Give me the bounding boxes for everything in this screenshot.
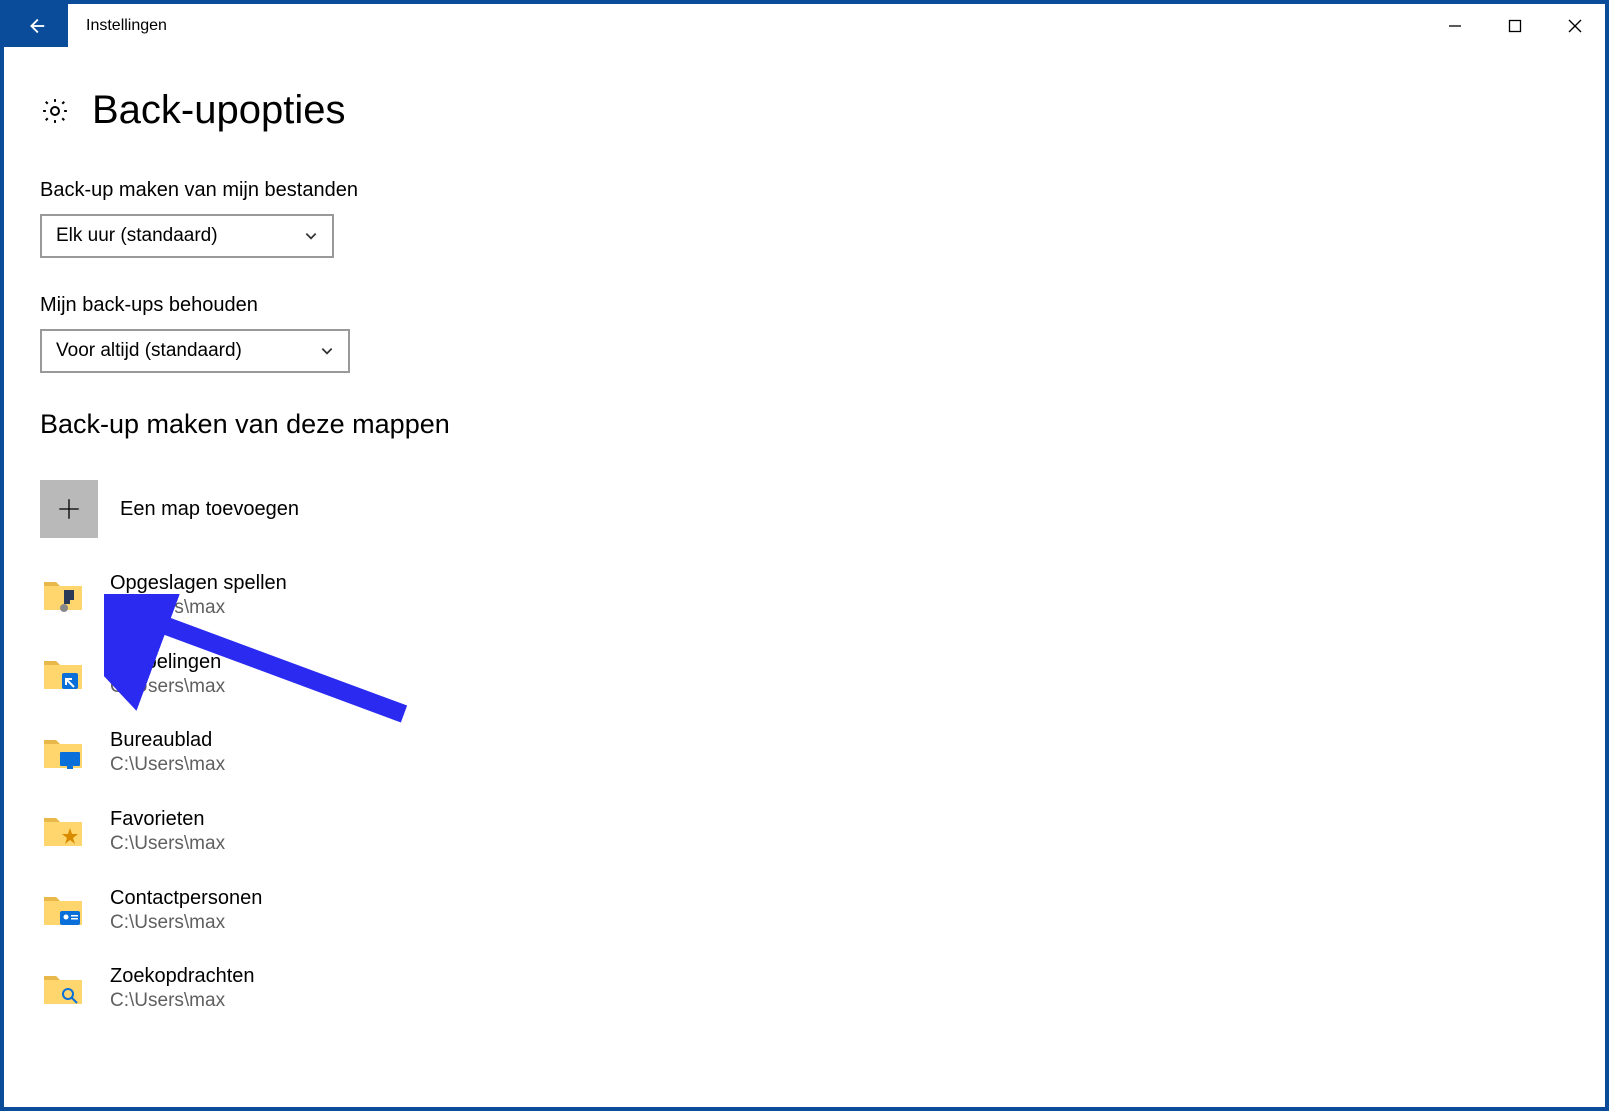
back-arrow-icon: [25, 15, 47, 37]
maximize-icon: [1508, 19, 1522, 33]
folder-list: Opgeslagen spellen C:\Users\max Koppelin…: [40, 570, 1605, 1014]
keep-backups-label: Mijn back-ups behouden: [40, 294, 1605, 317]
folder-texts: Zoekopdrachten C:\Users\max: [110, 963, 255, 1014]
window-title: Instellingen: [68, 4, 1425, 47]
folder-name: Koppelingen: [110, 649, 225, 675]
page-title: Back-upopties: [92, 88, 345, 133]
folder-item[interactable]: Bureaublad C:\Users\max: [40, 727, 1605, 778]
folder-icon: [40, 966, 86, 1012]
folder-path: C:\Users\max: [110, 753, 225, 778]
folder-icon: [40, 808, 86, 854]
folder-icon: [40, 730, 86, 776]
page-header: Back-upopties: [40, 88, 1605, 133]
minimize-icon: [1448, 19, 1462, 33]
folder-item[interactable]: Contactpersonen C:\Users\max: [40, 885, 1605, 936]
folder-item[interactable]: Koppelingen C:\Users\max: [40, 649, 1605, 700]
folder-path: C:\Users\max: [110, 596, 287, 621]
content-area: Back-upopties Back-up maken van mijn bes…: [4, 48, 1605, 1014]
chevron-down-icon: [320, 344, 334, 358]
title-bar: Instellingen: [4, 4, 1605, 48]
folder-texts: Opgeslagen spellen C:\Users\max: [110, 570, 287, 621]
backup-frequency-label: Back-up maken van mijn bestanden: [40, 179, 1605, 202]
folder-item[interactable]: Zoekopdrachten C:\Users\max: [40, 963, 1605, 1014]
folder-name: Favorieten: [110, 806, 225, 832]
keep-backups-dropdown[interactable]: Voor altijd (standaard): [40, 329, 350, 373]
folder-icon: [40, 651, 86, 697]
keep-backups-value: Voor altijd (standaard): [56, 340, 242, 362]
folder-path: C:\Users\max: [110, 989, 255, 1014]
plus-icon: [56, 496, 82, 522]
backup-frequency-dropdown[interactable]: Elk uur (standaard): [40, 214, 334, 258]
gear-icon: [40, 96, 70, 126]
close-button[interactable]: [1545, 4, 1605, 48]
folder-icon: [40, 887, 86, 933]
window-controls: [1425, 4, 1605, 47]
add-folder-icon-box: [40, 480, 98, 538]
folder-texts: Koppelingen C:\Users\max: [110, 649, 225, 700]
folder-path: C:\Users\max: [110, 832, 225, 857]
folder-name: Contactpersonen: [110, 885, 262, 911]
folder-name: Opgeslagen spellen: [110, 570, 287, 596]
folder-icon: [40, 572, 86, 618]
folder-texts: Contactpersonen C:\Users\max: [110, 885, 262, 936]
folder-name: Bureaublad: [110, 727, 225, 753]
folder-name: Zoekopdrachten: [110, 963, 255, 989]
folder-item[interactable]: Favorieten C:\Users\max: [40, 806, 1605, 857]
folder-texts: Bureaublad C:\Users\max: [110, 727, 225, 778]
chevron-down-icon: [304, 229, 318, 243]
close-icon: [1568, 19, 1582, 33]
folder-path: C:\Users\max: [110, 675, 225, 700]
folder-item[interactable]: Opgeslagen spellen C:\Users\max: [40, 570, 1605, 621]
back-button[interactable]: [4, 4, 68, 47]
backup-frequency-value: Elk uur (standaard): [56, 225, 218, 247]
maximize-button[interactable]: [1485, 4, 1545, 48]
folders-heading: Back-up maken van deze mappen: [40, 409, 1605, 440]
add-folder-button[interactable]: Een map toevoegen: [40, 480, 1605, 538]
folder-texts: Favorieten C:\Users\max: [110, 806, 225, 857]
folder-path: C:\Users\max: [110, 911, 262, 936]
add-folder-label: Een map toevoegen: [120, 498, 299, 521]
minimize-button[interactable]: [1425, 4, 1485, 48]
